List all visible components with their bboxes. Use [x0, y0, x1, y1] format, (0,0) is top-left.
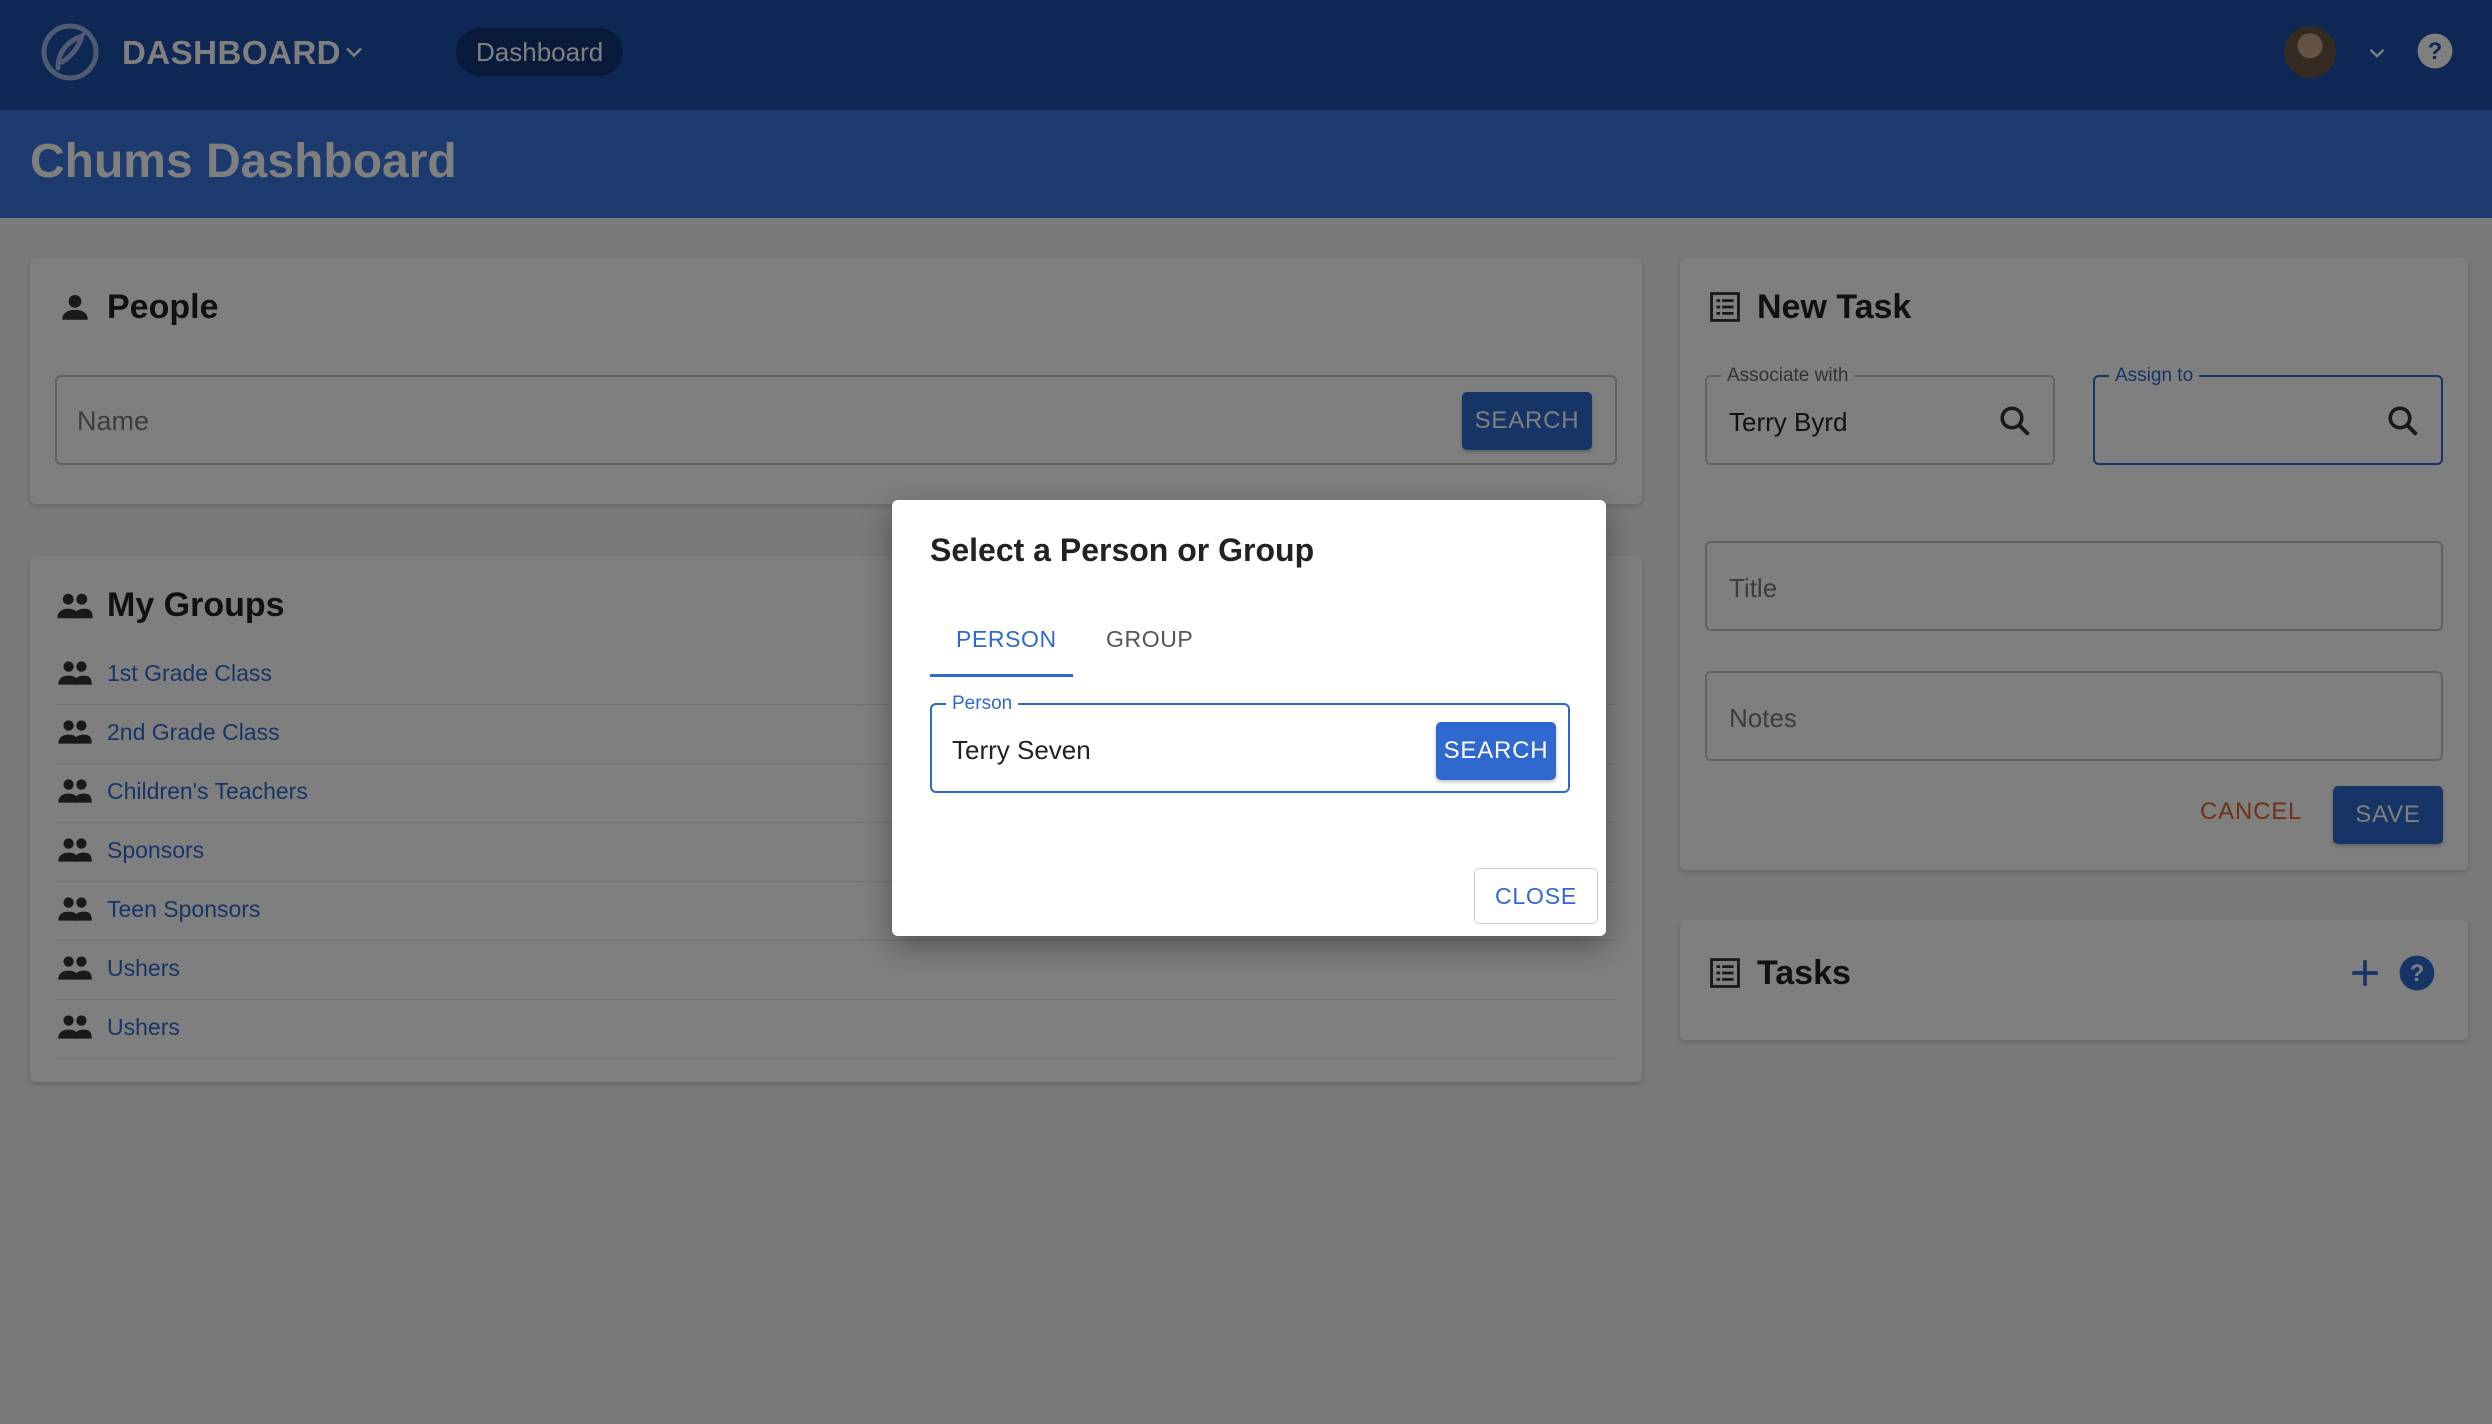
- select-person-group-dialog: Select a Person or Group PERSON GROUP Pe…: [892, 500, 1606, 936]
- close-button[interactable]: CLOSE: [1474, 868, 1598, 924]
- tab-person[interactable]: PERSON: [956, 626, 1057, 653]
- person-label: Person: [946, 693, 1019, 715]
- active-tab-indicator: [930, 674, 1073, 677]
- person-input-value[interactable]: Terry Seven: [952, 735, 1091, 766]
- person-field[interactable]: Person Terry Seven SEARCH: [930, 693, 1570, 793]
- dialog-title: Select a Person or Group: [930, 532, 1315, 568]
- dialog-search-button[interactable]: SEARCH: [1436, 722, 1556, 780]
- tab-group[interactable]: GROUP: [1106, 626, 1193, 653]
